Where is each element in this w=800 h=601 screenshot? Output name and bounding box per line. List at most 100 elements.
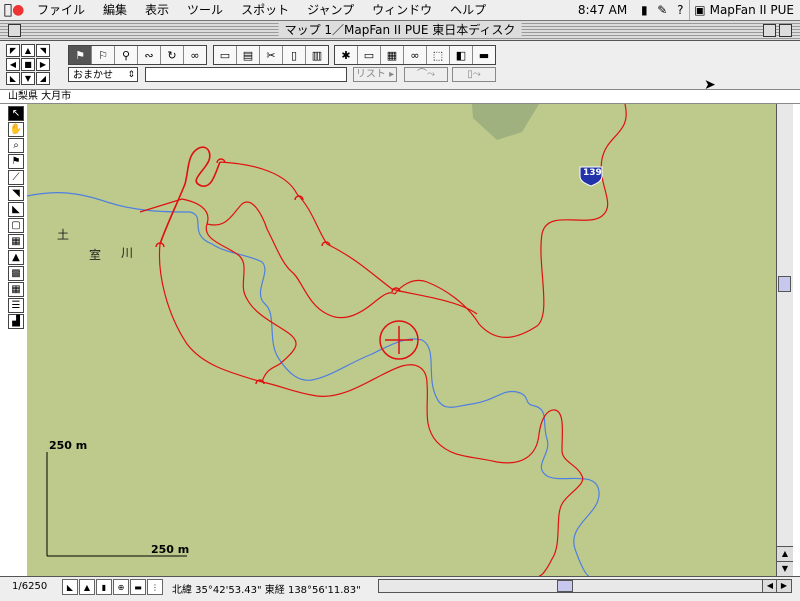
train-icon[interactable]: ▬ — [130, 579, 146, 595]
scale-readout: 1/6250 — [12, 581, 48, 592]
direction-pad: ◤ ▲ ◥ ◀ ■ ▶ ◣ ▼ ◢ — [6, 44, 50, 86]
vertical-scroll-thumb[interactable] — [778, 276, 791, 292]
route-back-button[interactable]: ⌒⤳ — [404, 67, 448, 82]
pointer-tool-icon[interactable]: ↖ — [8, 106, 24, 121]
arrow-down-icon[interactable]: ▼ — [21, 72, 35, 85]
hand-tool-icon[interactable]: ✋ — [8, 122, 24, 137]
terrain-icon[interactable]: ◣ — [62, 579, 78, 595]
road-winding-north — [159, 146, 221, 245]
cut-icon[interactable]: ✂ — [260, 46, 283, 64]
crosshair-icon — [379, 320, 419, 360]
map-view[interactable]: 土 室 川 139 250 m 250 m — [27, 104, 776, 576]
battery-icon[interactable]: ▮ — [635, 2, 653, 18]
search-input[interactable] — [145, 67, 347, 82]
arc-tool-icon[interactable]: ◣ — [8, 202, 24, 217]
map-label-3: 川 — [121, 246, 134, 260]
river-line — [27, 192, 600, 576]
horizontal-scroll-thumb[interactable] — [557, 580, 573, 592]
mountain-tool-icon[interactable]: ▲ — [8, 250, 24, 265]
menu-spot[interactable]: スポット — [232, 0, 298, 20]
building-tool-icon[interactable]: ▟ — [8, 314, 24, 329]
flag-point-icon[interactable]: ⚐ — [92, 46, 115, 64]
zoom-tool-icon[interactable]: ⌕ — [8, 138, 24, 153]
arrow-down-right-icon[interactable]: ◢ — [36, 72, 50, 85]
table-tool-icon[interactable]: ▦ — [8, 282, 24, 297]
list-tool-icon[interactable]: ☰ — [8, 298, 24, 313]
road-winding-west — [158, 243, 584, 576]
menu-tools[interactable]: ツール — [178, 0, 232, 20]
file-tool-group: ▭ ▤ ✂ ▯ ▥ — [213, 45, 329, 65]
overview-icon[interactable]: ◧ — [450, 46, 473, 64]
menu-view[interactable]: 表示 — [136, 0, 178, 20]
menu-jump[interactable]: ジャンプ — [298, 0, 363, 20]
flag-tool-icon[interactable]: ⚑ — [8, 154, 24, 169]
mountain-icon[interactable]: ▲ — [79, 579, 95, 595]
binoculars-icon[interactable]: ∞ — [404, 46, 427, 64]
zoom-box-icon[interactable] — [763, 24, 776, 37]
map-label-2: 室 — [89, 248, 102, 262]
menu-bar: ● ファイル 編集 表示 ツール スポット ジャンプ ウィンドウ ヘルプ 8:… — [0, 0, 800, 21]
mode-select[interactable]: おまかせ ⇕ — [68, 67, 138, 82]
rect-tool-icon[interactable]: ▢ — [8, 218, 24, 233]
route-icon[interactable]: ∾ — [138, 46, 161, 64]
menu-file[interactable]: ファイル — [28, 0, 94, 20]
arrow-up-right-icon[interactable]: ◥ — [36, 44, 50, 57]
curve-tool-icon[interactable]: ◥ — [8, 186, 24, 201]
glasses-icon[interactable]: ∞ — [184, 46, 206, 64]
scroll-up-icon[interactable]: ▲ — [777, 546, 793, 561]
menu-edit[interactable]: 編集 — [94, 0, 136, 20]
menubar-clock[interactable]: 8:47 AM — [570, 3, 635, 17]
scroll-right-icon[interactable]: ▶ — [776, 580, 791, 592]
pencil-icon[interactable]: ✎ — [653, 2, 671, 18]
compass-icon[interactable]: ⊕ — [113, 579, 129, 595]
open-folder-icon[interactable]: ▭ — [214, 46, 237, 64]
bicycle-icon[interactable]: ⚲ — [115, 46, 138, 64]
map-pin-icon[interactable]: ✱ — [335, 46, 358, 64]
list-button[interactable]: リスト ▸ — [353, 67, 397, 82]
paste-icon[interactable]: ▯ — [283, 46, 306, 64]
arrow-up-left-icon[interactable]: ◤ — [6, 44, 20, 57]
window-title-bar[interactable]: マップ 1／MapFan II PUE 東日本ディスク — [0, 21, 800, 41]
location-bar: 山梨県 大月市 — [0, 90, 800, 104]
line-tool-icon[interactable]: ⟋ — [8, 170, 24, 185]
map-canvas[interactable] — [27, 104, 776, 576]
route-forward-button[interactable]: ▯⤳ — [452, 67, 496, 82]
application-menu[interactable]: ▣ MapFan II PUE — [689, 0, 800, 20]
chevron-down-icon: ⇕ — [127, 70, 135, 80]
apple-icon[interactable]: ● — [0, 2, 28, 18]
toolbar: ◤ ▲ ◥ ◀ ■ ▶ ◣ ▼ ◢ ⚑ ⚐ ⚲ ∾ ↻ ∞ ▭ ▤ ✂ ▯ ▥ … — [0, 41, 800, 90]
arrow-up-icon[interactable]: ▲ — [21, 44, 35, 57]
app-name: MapFan II PUE — [709, 3, 794, 17]
help-icon[interactable]: ? — [671, 2, 689, 18]
arrow-down-left-icon[interactable]: ◣ — [6, 72, 20, 85]
vertical-scrollbar[interactable]: ▲ ▼ — [776, 104, 793, 576]
scroll-left-icon[interactable]: ◀ — [762, 580, 777, 592]
trash-icon[interactable]: ▥ — [306, 46, 328, 64]
map-label-1: 土 — [57, 228, 70, 242]
route-map-icon[interactable]: ⬚ — [427, 46, 450, 64]
rotate-icon[interactable]: ↻ — [161, 46, 184, 64]
arrow-left-icon[interactable]: ◀ — [6, 58, 20, 71]
collapse-box-icon[interactable] — [779, 24, 792, 37]
road-main — [394, 104, 627, 338]
menu-help[interactable]: ヘルプ — [441, 0, 495, 20]
scroll-down-icon[interactable]: ▼ — [777, 561, 793, 576]
tool-palette: ↖ ✋ ⌕ ⚑ ⟋ ◥ ◣ ▢ ▦ ▲ ▩ ▦ ☰ ▟ — [8, 106, 26, 330]
palette-icon[interactable]: ▮ — [96, 579, 112, 595]
mouse-cursor-icon: ➤ — [704, 77, 716, 93]
road-secondary — [219, 161, 478, 315]
car-icon[interactable]: ▬ — [473, 46, 495, 64]
route-number: 139 — [583, 168, 602, 178]
shape-tool-icon[interactable]: ▦ — [8, 234, 24, 249]
print-icon[interactable]: ▤ — [237, 46, 260, 64]
grid-icon[interactable]: ⋮ — [147, 579, 163, 595]
flag-icon[interactable]: ⚑ — [69, 46, 92, 64]
center-icon[interactable]: ■ — [21, 58, 35, 71]
horizontal-scrollbar[interactable]: ◀ ▶ — [378, 579, 792, 593]
layers-icon[interactable]: ▦ — [381, 46, 404, 64]
menu-window[interactable]: ウィンドウ — [363, 0, 441, 20]
close-box-icon[interactable] — [8, 24, 21, 37]
card-icon[interactable]: ▭ — [358, 46, 381, 64]
grid-tool-icon[interactable]: ▩ — [8, 266, 24, 281]
arrow-right-icon[interactable]: ▶ — [36, 58, 50, 71]
